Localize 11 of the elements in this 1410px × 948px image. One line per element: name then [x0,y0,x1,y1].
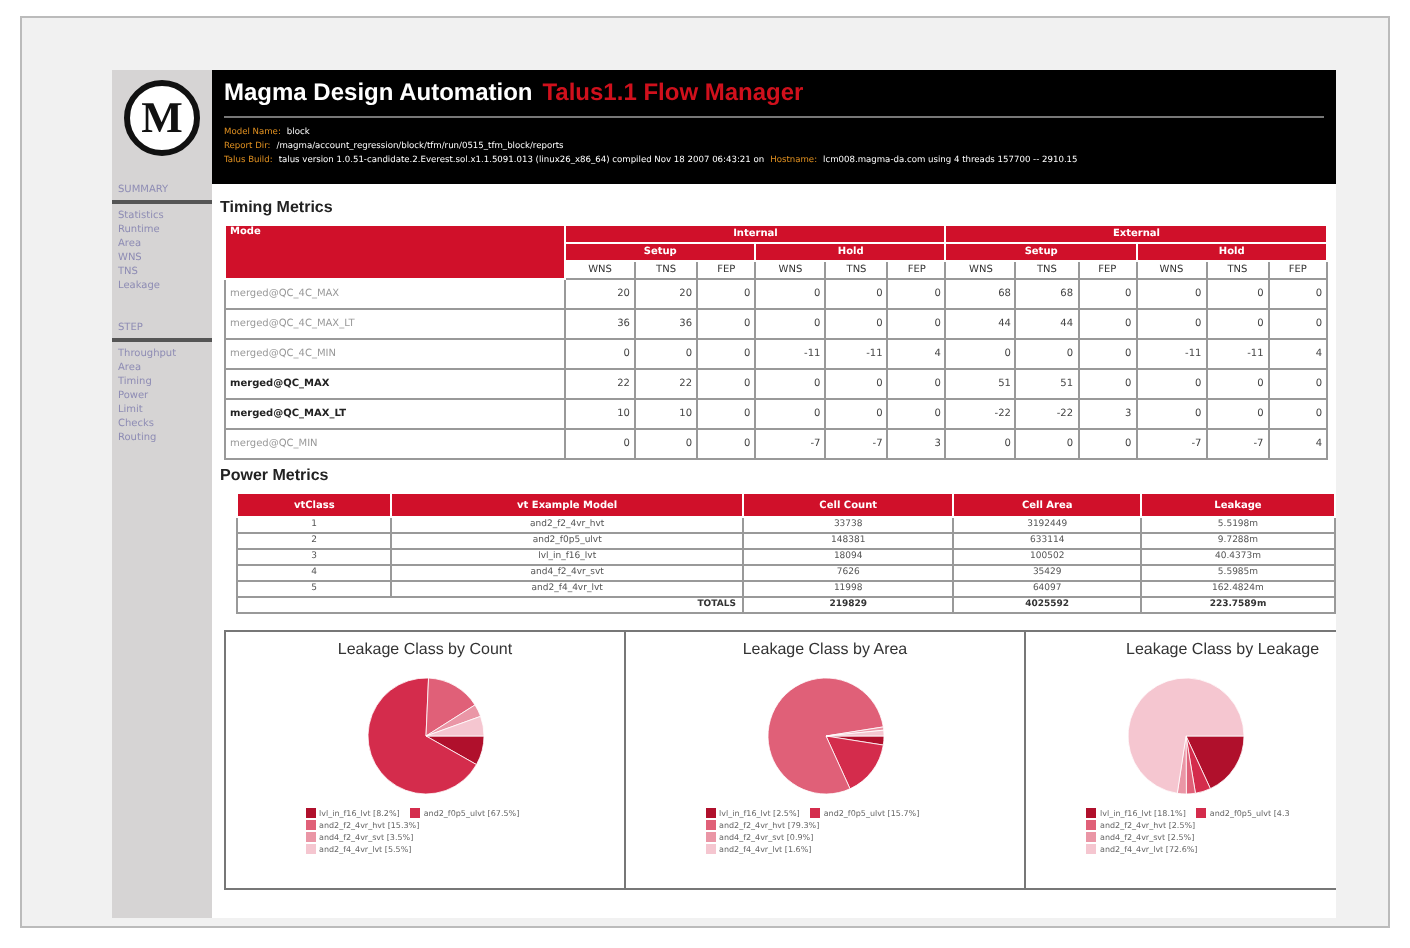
logo-icon: M [124,80,200,156]
legend-swatch [409,808,420,818]
legend-swatch [1195,808,1206,818]
section-title: Power Metrics [220,466,331,484]
legend-swatch [809,808,820,818]
section-title: Timing Metrics [220,198,335,216]
chart-title: Leakage Class by Leakage [1126,640,1320,658]
app-title: Magma Design Automation [224,78,533,106]
chart-title: Leakage Class by Area [742,640,908,658]
chart-title: Leakage Class by Count [337,640,513,658]
app-subtitle: Talus1.1 Flow Manager [542,78,804,106]
